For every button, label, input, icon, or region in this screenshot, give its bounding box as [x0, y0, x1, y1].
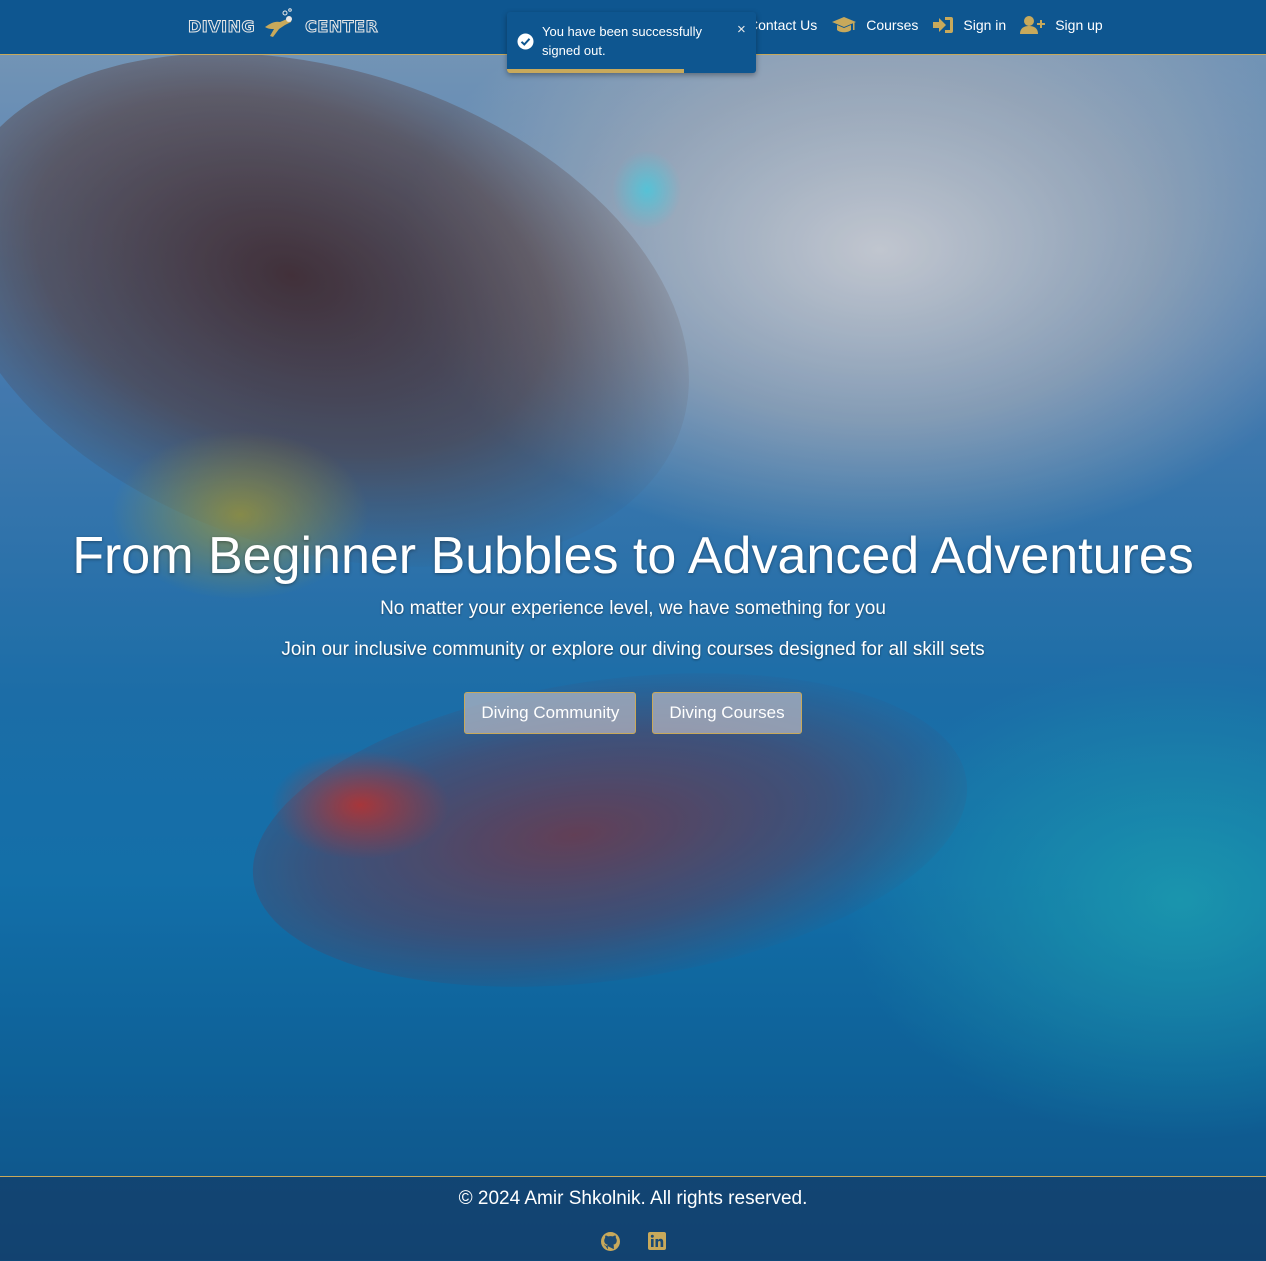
page-footer: © 2024 Amir Shkolnik. All rights reserve… — [0, 1176, 1266, 1261]
hero-subtitle-secondary: Join our inclusive community or explore … — [281, 639, 985, 660]
logo-text-left: DIVING — [187, 16, 256, 36]
nav-links: Contact Us Courses Sign in Sign up — [748, 0, 1103, 50]
toast-message: You have been successfully signed out. — [542, 24, 702, 58]
diving-courses-button[interactable]: Diving Courses — [652, 692, 802, 734]
nav-sign-in-label: Sign in — [963, 17, 1007, 33]
nav-contact-us-label: Contact Us — [748, 17, 818, 33]
hero-buttons: Diving Community Diving Courses — [0, 692, 1266, 734]
nav-sign-in[interactable]: Sign in — [932, 16, 1006, 34]
check-circle-icon — [517, 33, 534, 55]
social-links — [0, 1231, 1266, 1252]
user-plus-icon — [1020, 15, 1046, 35]
graduation-cap-icon — [831, 16, 857, 34]
diving-community-button[interactable]: Diving Community — [464, 692, 637, 734]
linkedin-icon[interactable] — [647, 1231, 667, 1252]
nav-courses-label: Courses — [866, 17, 919, 33]
hero-title: From Beginner Bubbles to Advanced Advent… — [72, 527, 1194, 585]
nav-courses[interactable]: Courses — [831, 16, 918, 34]
toast-progress-bar — [507, 69, 684, 73]
logo-text-right: CENTER — [305, 16, 379, 36]
diver-logo-icon — [261, 7, 299, 46]
github-icon[interactable] — [600, 1231, 621, 1252]
copyright-text: © 2024 Amir Shkolnik. All rights reserve… — [458, 1188, 808, 1209]
signout-toast: You have been successfully signed out. × — [507, 12, 756, 73]
nav-sign-up-label: Sign up — [1055, 17, 1103, 33]
nav-contact-us[interactable]: Contact Us — [748, 17, 817, 33]
brand-logo[interactable]: DIVING CENTER — [187, 7, 379, 46]
nav-sign-up[interactable]: Sign up — [1020, 15, 1103, 35]
sign-in-icon — [932, 16, 954, 34]
toast-close-button[interactable]: × — [737, 21, 746, 38]
hero-subtitle: No matter your experience level, we have… — [380, 598, 886, 619]
hero-section: From Beginner Bubbles to Advanced Advent… — [0, 522, 1266, 661]
